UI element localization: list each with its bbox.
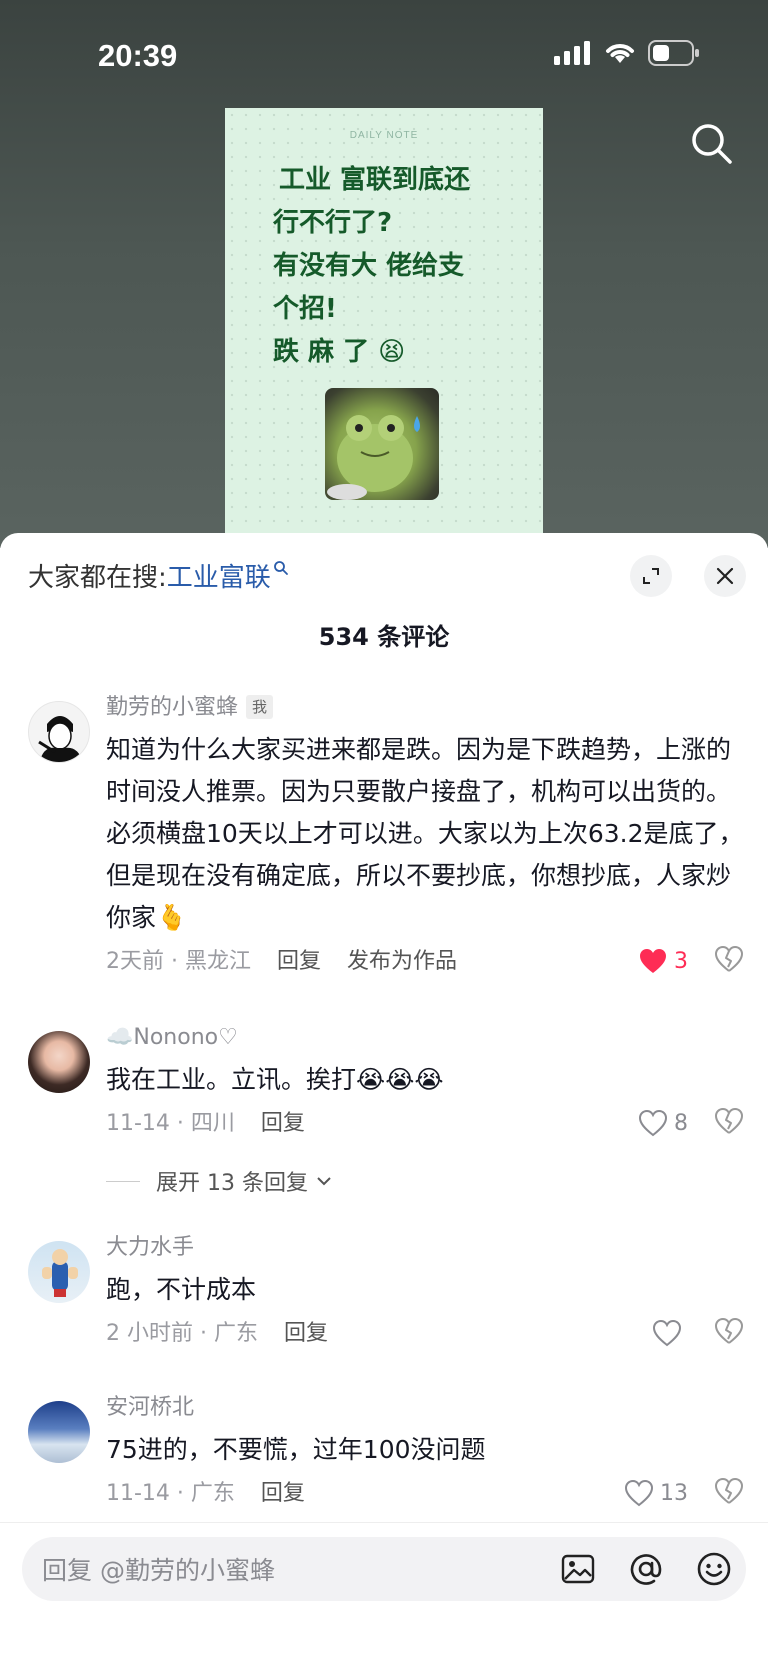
comment-text[interactable]: 75进的，不要慌，过年100没问题 bbox=[106, 1429, 744, 1471]
reply-input[interactable]: 回复 @勤劳的小蜜蜂 bbox=[22, 1537, 746, 1601]
note-line: 行不行了? bbox=[273, 208, 393, 238]
comment-text[interactable]: 我在工业。立讯。挨打😭😭😭 bbox=[106, 1059, 744, 1101]
dislike-button[interactable] bbox=[714, 1477, 744, 1511]
heart-filled-icon bbox=[640, 949, 666, 973]
comment-time-location: 11-14 · 四川 bbox=[106, 1111, 235, 1136]
at-icon bbox=[630, 1554, 662, 1585]
broken-heart-icon bbox=[715, 1317, 744, 1344]
search-small-icon bbox=[273, 561, 288, 575]
close-button[interactable] bbox=[704, 555, 746, 597]
search-icon bbox=[692, 124, 732, 164]
reply-placeholder: 回复 @勤劳的小蜜蜂 bbox=[42, 1556, 275, 1585]
reply-bar: 回复 @勤劳的小蜜蜂 bbox=[0, 1522, 768, 1669]
wifi-icon bbox=[606, 44, 634, 63]
comment-text[interactable]: 知道为什么大家买进来都是跌。因为是下跌趋势，上涨的时间没人推票。因为只要散户接盘… bbox=[106, 729, 744, 939]
expand-sheet-button[interactable] bbox=[630, 555, 672, 597]
note-text: 工业 富联到底还 行不行了? 有没有大 佬给支 个招! 跌 麻 了 😫 bbox=[225, 159, 543, 374]
close-icon bbox=[716, 567, 734, 585]
image-button[interactable] bbox=[560, 1551, 596, 1587]
comment-username[interactable]: ☁️Nonono♡ bbox=[106, 1023, 744, 1053]
comment-username[interactable]: 安河桥北 bbox=[106, 1393, 744, 1423]
broken-heart-icon bbox=[715, 1477, 744, 1504]
like-count: 13 bbox=[660, 1480, 688, 1506]
broken-heart-icon bbox=[715, 1107, 744, 1134]
expand-icon bbox=[643, 568, 659, 584]
search-suggestion-prefix: 大家都在搜: bbox=[28, 563, 167, 593]
reply-button[interactable]: 回复 bbox=[261, 1481, 305, 1506]
me-badge: 我 bbox=[246, 695, 274, 719]
heart-outline-icon bbox=[652, 1319, 682, 1347]
expand-divider bbox=[106, 1180, 140, 1182]
like-count: 3 bbox=[674, 948, 688, 974]
note-line: 工业 富联到底还 bbox=[279, 165, 471, 195]
comment-sheet: 大家都在搜:工业富联 534 条评论 勤劳的小蜜蜂我 知道为什么大家买进来都是跌… bbox=[0, 533, 768, 1669]
like-button[interactable]: 3 bbox=[638, 943, 688, 979]
like-button[interactable] bbox=[652, 1315, 688, 1351]
signal-icon bbox=[554, 41, 590, 65]
status-icons bbox=[554, 40, 700, 66]
note-line: 有没有大 佬给支 bbox=[273, 251, 465, 281]
emoji-button[interactable] bbox=[696, 1551, 732, 1587]
note-header: DAILY NOTE bbox=[349, 130, 419, 141]
frog-sticker bbox=[325, 388, 439, 500]
like-count: 8 bbox=[674, 1110, 688, 1136]
chevron-down-icon bbox=[317, 1177, 331, 1186]
publish-as-work-button[interactable]: 发布为作品 bbox=[347, 949, 457, 974]
mention-button[interactable] bbox=[628, 1551, 664, 1587]
reply-button[interactable]: 回复 bbox=[284, 1321, 328, 1346]
search-suggestion[interactable]: 大家都在搜:工业富联 bbox=[28, 557, 289, 594]
avatar[interactable] bbox=[28, 701, 90, 763]
emoji-icon bbox=[697, 1552, 731, 1586]
avatar[interactable] bbox=[28, 1031, 90, 1093]
comment-time-location: 2 小时前 · 广东 bbox=[106, 1321, 258, 1346]
comment-username[interactable]: 勤劳的小蜜蜂 bbox=[106, 695, 238, 720]
note-line: 个招! bbox=[273, 294, 337, 324]
dislike-button[interactable] bbox=[714, 945, 744, 979]
dislike-button[interactable] bbox=[714, 1317, 744, 1351]
heart-outline-icon bbox=[624, 1479, 654, 1507]
status-time: 20:39 bbox=[98, 38, 178, 73]
video-background[interactable]: 20:39 DAILY NOTE 工业 富联到底还 行不行了? 有没有大 佬给支… bbox=[0, 0, 768, 548]
search-suggestion-keyword[interactable]: 工业富联 bbox=[167, 563, 271, 593]
note-line: 跌 麻 了 😫 bbox=[273, 337, 406, 367]
like-button[interactable]: 8 bbox=[638, 1105, 688, 1141]
expand-replies-label[interactable]: 展开 13 条回复 bbox=[156, 1165, 308, 1197]
search-button[interactable] bbox=[690, 122, 734, 170]
heart-outline-icon bbox=[638, 1109, 668, 1137]
comment-count: 534 条评论 bbox=[318, 623, 450, 651]
like-button[interactable]: 13 bbox=[624, 1475, 688, 1511]
broken-heart-icon bbox=[715, 945, 744, 972]
comment-text[interactable]: 跑，不计成本 bbox=[106, 1269, 744, 1311]
comment-username[interactable]: 大力水手 bbox=[106, 1233, 744, 1263]
reply-button[interactable]: 回复 bbox=[277, 949, 321, 974]
avatar[interactable] bbox=[28, 1401, 90, 1463]
comment-time-location: 11-14 · 广东 bbox=[106, 1481, 235, 1506]
reply-button[interactable]: 回复 bbox=[261, 1111, 305, 1136]
battery-icon bbox=[648, 40, 699, 66]
image-icon bbox=[561, 1554, 595, 1584]
dislike-button[interactable] bbox=[714, 1107, 744, 1141]
avatar[interactable] bbox=[28, 1241, 90, 1303]
note-image: DAILY NOTE 工业 富联到底还 行不行了? 有没有大 佬给支 个招! 跌… bbox=[225, 108, 543, 548]
comment-time-location: 2天前 · 黑龙江 bbox=[106, 949, 251, 974]
